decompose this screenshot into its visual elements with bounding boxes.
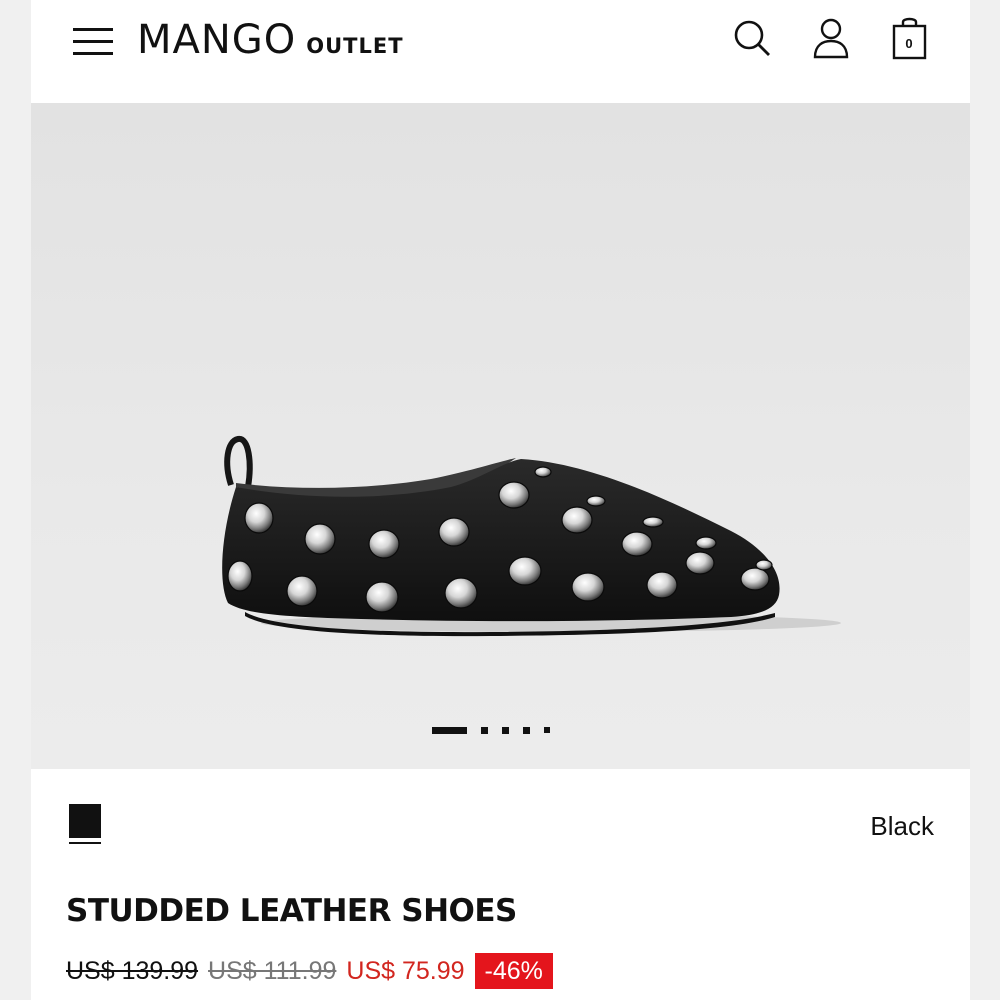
price-block: US$ 139.99 US$ 111.99 US$ 75.99 -46% xyxy=(66,953,553,989)
site-header: MANGO OUTLET 0 xyxy=(31,0,970,103)
product-page: MANGO OUTLET 0 Black STUDDED LEATHER SHO… xyxy=(31,0,970,1000)
brand-logo[interactable]: MANGO OUTLET xyxy=(137,18,404,62)
product-title: STUDDED LEATHER SHOES xyxy=(66,893,517,929)
gallery-dot-active[interactable] xyxy=(432,726,467,734)
selected-color-name: Black xyxy=(870,811,934,841)
sale-price: US$ 75.99 xyxy=(346,956,465,985)
brand-sub: OUTLET xyxy=(306,34,404,58)
shopping-bag-icon[interactable]: 0 xyxy=(887,14,931,62)
menu-icon[interactable] xyxy=(73,24,115,56)
previous-price: US$ 111.99 xyxy=(208,956,337,985)
gallery-dot[interactable] xyxy=(544,727,550,733)
user-icon[interactable] xyxy=(809,14,853,62)
gallery-dot[interactable] xyxy=(481,726,488,734)
swatch-selected-indicator xyxy=(69,842,101,844)
gallery-dot[interactable] xyxy=(502,726,509,734)
brand-name: MANGO xyxy=(137,17,297,63)
color-swatch-black[interactable] xyxy=(69,804,101,838)
search-icon[interactable] xyxy=(731,14,775,62)
original-price: US$ 139.99 xyxy=(66,956,199,985)
gallery-dot[interactable] xyxy=(523,726,530,734)
product-image-gallery[interactable] xyxy=(31,103,970,769)
discount-badge: -46% xyxy=(474,953,553,989)
gallery-pagination xyxy=(432,726,550,734)
bag-count: 0 xyxy=(905,36,913,51)
product-image xyxy=(222,436,841,637)
